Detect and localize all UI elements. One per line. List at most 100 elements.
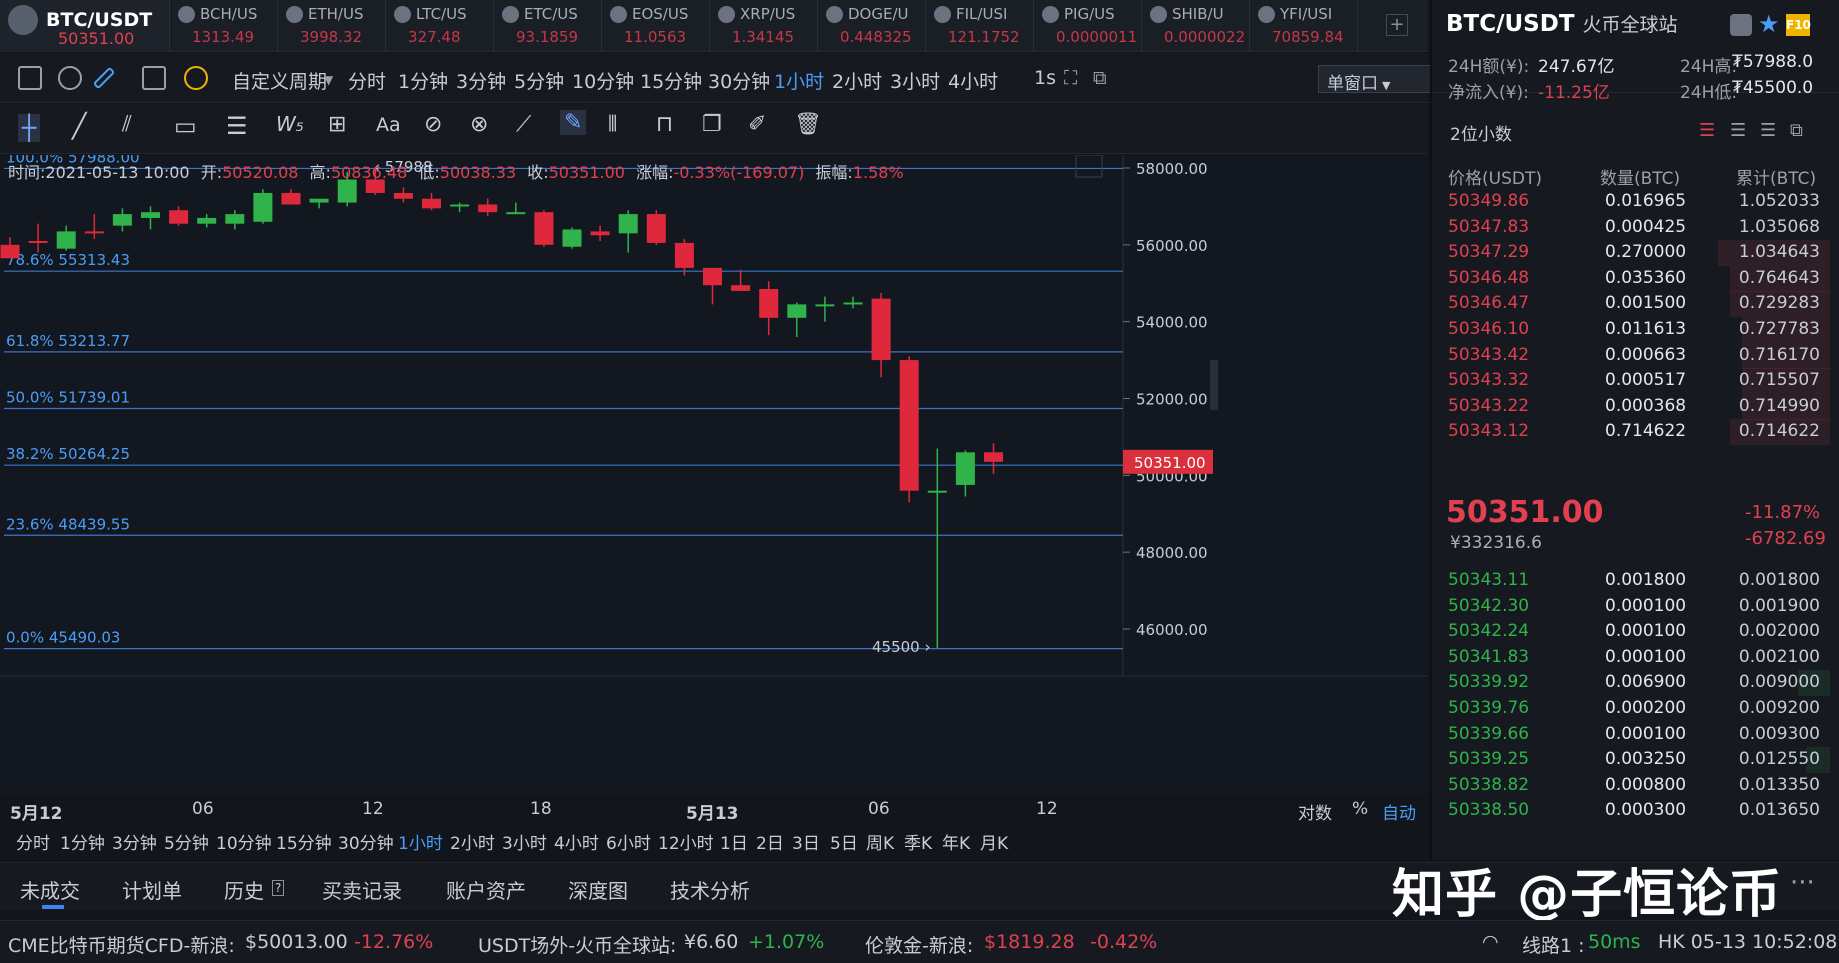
ticker-pigus[interactable]: PIG/US 0.0000011	[1034, 0, 1142, 52]
tab-open-orders[interactable]: 未成交	[20, 875, 80, 904]
period-bar-item-5[interactable]: 15分钟	[276, 829, 332, 854]
window-mode-select[interactable]: 单窗口 ▼	[1318, 65, 1436, 94]
period-9[interactable]: 3小时	[890, 67, 940, 94]
period-6[interactable]: 30分钟	[708, 67, 770, 94]
help-icon[interactable]: ?	[272, 880, 285, 896]
add-ticker-button[interactable]: +	[1386, 14, 1408, 36]
popout-icon[interactable]: ⧉	[1790, 120, 1803, 141]
candle-body	[984, 452, 1003, 462]
ticker-etcus[interactable]: ETC/US 93.1859	[494, 0, 602, 52]
ticker-eosus[interactable]: EOS/US 11.0563	[602, 0, 710, 52]
measure-tool-icon[interactable]: ⊞	[328, 112, 346, 137]
ticker-btcusdt[interactable]: BTC/USDT 50351.00	[0, 0, 170, 52]
tab-assets[interactable]: 账户资产	[446, 875, 526, 904]
bids-view-icon[interactable]: ☰	[1760, 120, 1776, 141]
ticker-xrpus[interactable]: XRP/US 1.34145	[710, 0, 818, 52]
period-bar-item-19[interactable]: 年K	[942, 829, 970, 854]
draw-mode-icon[interactable]: ✎	[560, 110, 587, 135]
ticker-filusi[interactable]: FIL/USI 121.1752	[926, 0, 1034, 52]
settings-icon[interactable]	[58, 66, 82, 90]
orderbook-row[interactable]: 50338.50 0.000300 0.013650	[1430, 796, 1830, 826]
ticker-bchus[interactable]: BCH/US 1313.49	[170, 0, 278, 52]
tab-plan-orders[interactable]: 计划单	[122, 875, 182, 904]
period-8[interactable]: 2小时	[832, 67, 882, 94]
row-price: 50339.66	[1448, 723, 1530, 744]
ticker-ethus[interactable]: ETH/US 3998.32	[278, 0, 386, 52]
row-amount: 0.000100	[1605, 646, 1687, 667]
edit-icon[interactable]: ✐	[748, 112, 766, 137]
rectangle-tool-icon[interactable]: ▭	[174, 112, 197, 140]
percent-scale-toggle[interactable]: %	[1352, 799, 1368, 819]
calendar-icon[interactable]	[142, 66, 166, 90]
indicator-icon[interactable]	[184, 66, 208, 90]
crosshair-icon[interactable]: ┼	[18, 114, 41, 142]
period-bar-item-14[interactable]: 2日	[756, 829, 784, 854]
trash-icon[interactable]: 🗑	[794, 112, 822, 137]
period-bar-item-15[interactable]: 3日	[792, 829, 820, 854]
period-0[interactable]: 分时	[348, 67, 386, 94]
period-bar-item-0[interactable]: 分时	[16, 829, 50, 854]
copy-icon[interactable]: ❐	[702, 112, 722, 137]
channel-tool-icon[interactable]: ⫽	[122, 112, 132, 137]
decimals-select[interactable]: 2位小数	[1450, 120, 1512, 145]
text-tool-icon[interactable]: Aa	[376, 114, 401, 136]
ticker-ltcus[interactable]: LTC/US 327.48	[386, 0, 494, 52]
period-3[interactable]: 5分钟	[514, 67, 564, 94]
hide-drawings-icon[interactable]: ⊗	[470, 112, 488, 137]
period-bar-item-12[interactable]: 12小时	[658, 829, 714, 854]
period-bar-item-9[interactable]: 3小时	[502, 829, 547, 854]
orderbook-row[interactable]: 50343.12 0.714622 0.714622	[1430, 417, 1830, 447]
tab-trades[interactable]: 买卖记录	[322, 875, 402, 904]
period-bar-item-16[interactable]: 5日	[830, 829, 858, 854]
tab-history[interactable]: 历史	[224, 875, 264, 904]
period-1[interactable]: 1分钟	[398, 67, 448, 94]
custom-period-dropdown[interactable]: 自定义周期	[232, 67, 327, 94]
refresh-interval[interactable]: 1s	[1034, 67, 1056, 89]
pen-icon[interactable]	[92, 66, 116, 90]
candle-body	[281, 192, 301, 205]
period-bar-item-4[interactable]: 10分钟	[216, 829, 272, 854]
period-bar-item-3[interactable]: 5分钟	[164, 829, 209, 854]
fullscreen-icon[interactable]: ⛶	[1064, 67, 1077, 89]
log-scale-toggle[interactable]: 对数	[1298, 799, 1332, 824]
candles-icon[interactable]: ⫴	[608, 112, 617, 137]
star-icon[interactable]: ★	[1758, 12, 1780, 36]
period-bar-item-2[interactable]: 3分钟	[112, 829, 157, 854]
line-tool-icon[interactable]: ╱	[72, 112, 86, 140]
ticker-yfiusi[interactable]: YFI/USI 70859.84	[1250, 0, 1358, 52]
auto-scale-toggle[interactable]: 自动	[1382, 799, 1416, 824]
period-bar-item-8[interactable]: 2小时	[450, 829, 495, 854]
asks-view-icon[interactable]: ☰	[1730, 120, 1746, 141]
popout-icon[interactable]: ⧉	[1093, 67, 1107, 89]
tab-analysis[interactable]: 技术分析	[670, 875, 750, 904]
period-bar-item-18[interactable]: 季K	[904, 829, 932, 854]
period-4[interactable]: 10分钟	[572, 67, 634, 94]
candlestick-chart[interactable]: 100.0% 57988.0078.6% 55313.4361.8% 53213…	[0, 155, 1428, 795]
period-7[interactable]: 1小时	[774, 67, 824, 94]
ticker-name: ETH/US	[308, 5, 364, 23]
period-2[interactable]: 3分钟	[456, 67, 506, 94]
period-5[interactable]: 15分钟	[640, 67, 702, 94]
wave-tool-icon[interactable]: W₅	[276, 112, 304, 136]
period-bar-item-6[interactable]: 30分钟	[338, 829, 394, 854]
period-bar-item-7[interactable]: 1小时	[398, 829, 443, 854]
ticker-dogeu[interactable]: DOGE/U 0.448325	[818, 0, 926, 52]
fib-tool-icon[interactable]: ☰	[226, 112, 248, 140]
magnet-icon[interactable]: ⊘	[424, 112, 442, 137]
f10-icon[interactable]: F10	[1786, 14, 1811, 36]
ruler-icon[interactable]: ⟋	[516, 112, 531, 137]
tab-depth[interactable]: 深度图	[568, 875, 628, 904]
lock-icon[interactable]: ⊓	[656, 112, 673, 137]
period-bar-item-13[interactable]: 1日	[720, 829, 748, 854]
bell-icon[interactable]	[1730, 14, 1752, 36]
period-bar-item-10[interactable]: 4小时	[554, 829, 599, 854]
period-bar-item-11[interactable]: 6小时	[606, 829, 651, 854]
period-bar-item-20[interactable]: 月K	[980, 829, 1008, 854]
period-10[interactable]: 4小时	[948, 67, 998, 94]
chart-type-icon[interactable]	[18, 66, 42, 90]
period-bar-item-1[interactable]: 1分钟	[60, 829, 105, 854]
ticker-shibu[interactable]: SHIB/U 0.0000022	[1142, 0, 1250, 52]
both-view-icon[interactable]: ☰	[1699, 120, 1715, 141]
period-bar-item-17[interactable]: 周K	[866, 829, 894, 854]
more-icon[interactable]: ···	[1790, 868, 1815, 898]
